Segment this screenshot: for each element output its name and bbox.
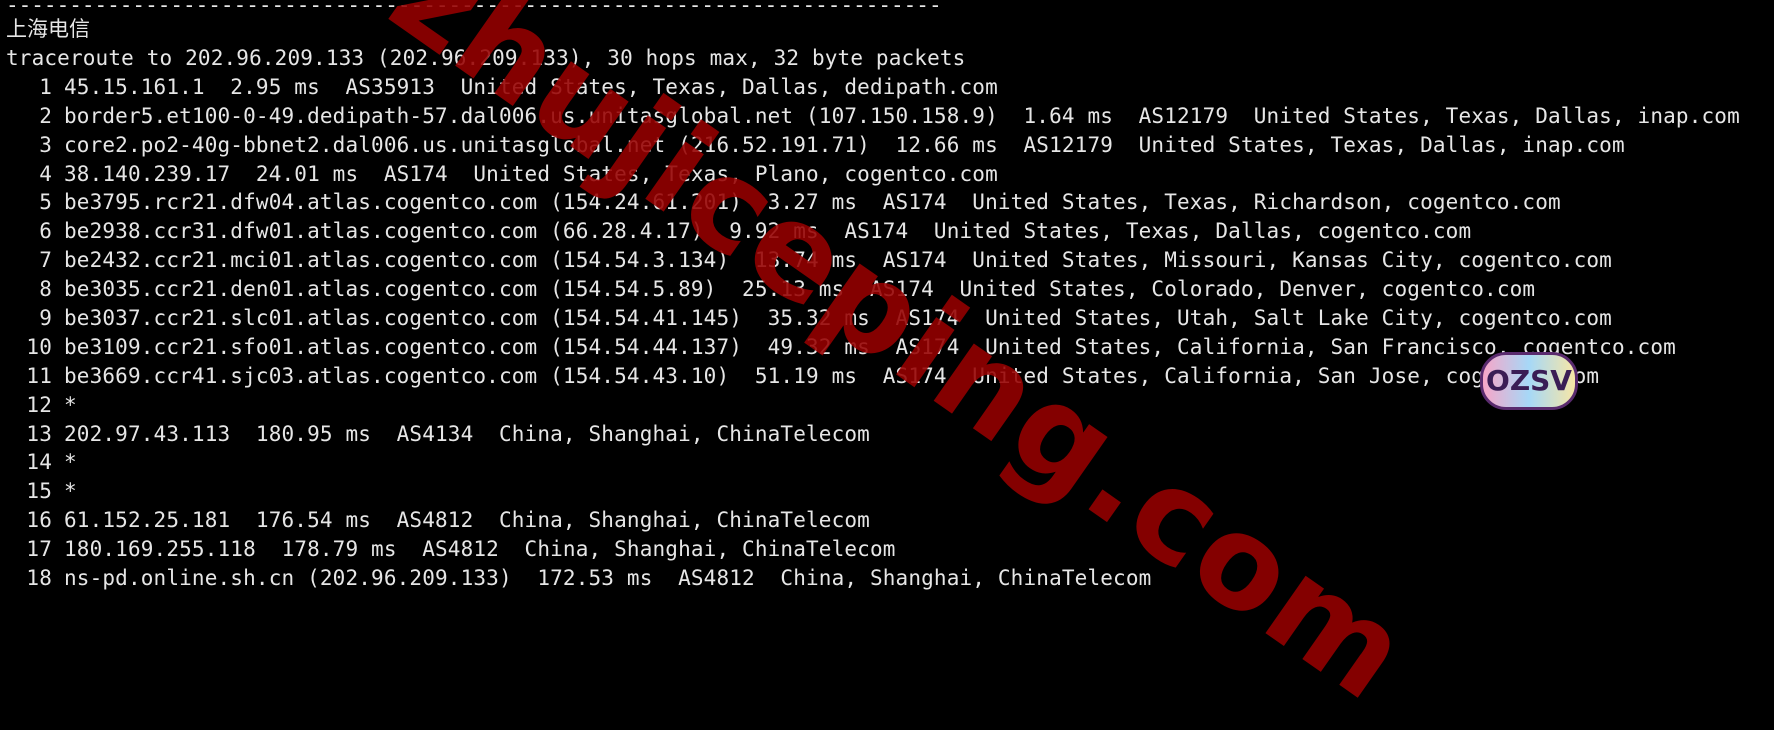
hop-row: 6 be2938.ccr31.dfw01.atlas.cogentco.com (… (6, 217, 1770, 246)
hop-number: 7 (39, 248, 52, 273)
separator-line: ----------------------------------------… (6, 0, 942, 14)
hop-details: be3037.ccr21.slc01.atlas.cogentco.com (1… (64, 306, 1612, 331)
hop-number: 10 (26, 334, 52, 359)
hop-row: 17 180.169.255.118 178.79 ms AS4812 China… (6, 535, 1770, 564)
hop-number: 11 (26, 363, 52, 388)
hop-row: 2 border5.et100-0-49.dedipath-57.dal006.u… (6, 102, 1770, 131)
hop-number: 5 (39, 190, 52, 215)
hop-number: 3 (39, 132, 52, 157)
hop-number: 15 (26, 479, 52, 504)
hop-row: 7 be2432.ccr21.mci01.atlas.cogentco.com (… (6, 246, 1770, 275)
hop-row: 3 core2.po2-40g-bbnet2.dal006.us.unitasgl… (6, 131, 1770, 160)
hop-details: be3035.ccr21.den01.atlas.cogentco.com (1… (64, 277, 1536, 302)
hop-details: be3795.rcr21.dfw04.atlas.cogentco.com (1… (64, 190, 1561, 215)
hop-details: be3669.ccr41.sjc03.atlas.cogentco.com (1… (64, 363, 1600, 388)
hop-list: 1 45.15.161.1 2.95 ms AS35913 United Stat… (6, 73, 1770, 593)
terminal-window: ----------------------------------------… (6, 0, 1770, 600)
hop-number: 17 (26, 537, 52, 562)
hop-number: 1 (39, 74, 52, 99)
hop-details: core2.po2-40g-bbnet2.dal006.us.unitasglo… (64, 132, 1625, 157)
hop-details: be2432.ccr21.mci01.atlas.cogentco.com (1… (64, 248, 1612, 273)
hop-details: border5.et100-0-49.dedipath-57.dal006.us… (64, 103, 1740, 128)
hop-number: 9 (39, 306, 52, 331)
hop-details: * (64, 479, 77, 504)
hop-number: 18 (26, 566, 52, 591)
hop-number: 16 (26, 508, 52, 533)
hop-details: be3109.ccr21.sfo01.atlas.cogentco.com (1… (64, 334, 1676, 359)
hop-number: 13 (26, 421, 52, 446)
hop-row: 14 * (6, 448, 1770, 477)
hop-row: 15 * (6, 477, 1770, 506)
hop-row: 1 45.15.161.1 2.95 ms AS35913 United Stat… (6, 73, 1770, 102)
hop-details: 38.140.239.17 24.01 ms AS174 United Stat… (64, 161, 998, 186)
hop-row: 9 be3037.ccr21.slc01.atlas.cogentco.com (… (6, 304, 1770, 333)
hop-number: 4 (39, 161, 52, 186)
hop-details: 45.15.161.1 2.95 ms AS35913 United State… (64, 74, 998, 99)
hop-details: 180.169.255.118 178.79 ms AS4812 China, … (64, 537, 896, 562)
hop-row: 18 ns-pd.online.sh.cn (202.96.209.133) 17… (6, 564, 1770, 593)
hop-number: 6 (39, 219, 52, 244)
hop-number: 12 (26, 392, 52, 417)
hop-details: ns-pd.online.sh.cn (202.96.209.133) 172.… (64, 566, 1152, 591)
heading-text: 上海电信 (6, 17, 90, 41)
hop-number: 14 (26, 450, 52, 475)
hop-number: 8 (39, 277, 52, 302)
hop-number: 2 (39, 103, 52, 128)
hop-row: 4 38.140.239.17 24.01 ms AS174 United Sta… (6, 160, 1770, 189)
logo-badge: OZSV (1480, 352, 1578, 410)
hop-row: 16 61.152.25.181 176.54 ms AS4812 China, … (6, 506, 1770, 535)
hop-row: 13 202.97.43.113 180.95 ms AS4134 China, … (6, 420, 1770, 449)
traceroute-command-line: traceroute to 202.96.209.133 (202.96.209… (6, 46, 966, 70)
hop-details: * (64, 392, 77, 417)
hop-details: * (64, 450, 77, 475)
hop-row: 8 be3035.ccr21.den01.atlas.cogentco.com (… (6, 275, 1770, 304)
hop-details: be2938.ccr31.dfw01.atlas.cogentco.com (6… (64, 219, 1472, 244)
hop-row: 5 be3795.rcr21.dfw04.atlas.cogentco.com (… (6, 188, 1770, 217)
hop-details: 202.97.43.113 180.95 ms AS4134 China, Sh… (64, 421, 870, 446)
hop-details: 61.152.25.181 176.54 ms AS4812 China, Sh… (64, 508, 870, 533)
